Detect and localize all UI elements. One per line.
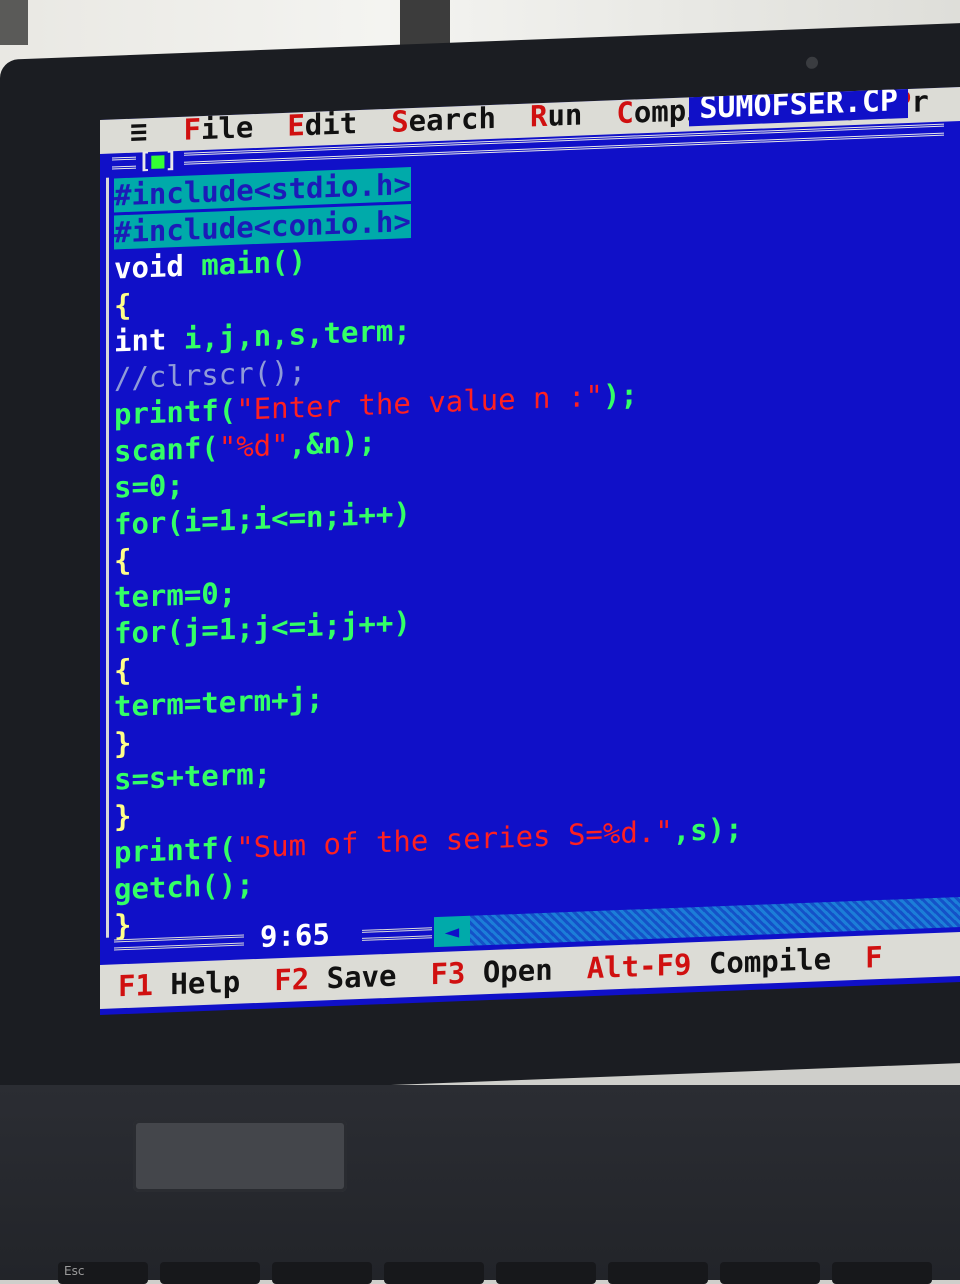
fkey-key: F: [865, 939, 883, 975]
cursor-position: 9:65: [260, 917, 330, 954]
background-object: [0, 0, 28, 45]
close-icon: ■: [151, 148, 165, 175]
fkey-save[interactable]: F2 Save: [274, 959, 396, 998]
keyboard-key: [384, 1262, 484, 1284]
scroll-left-arrow-icon[interactable]: ◄: [434, 915, 470, 948]
close-bracket: [: [138, 149, 152, 175]
string-literal: "%d": [218, 427, 289, 464]
menu-label: dit: [304, 106, 358, 143]
fkey-open[interactable]: F3 Open: [430, 953, 552, 992]
code-text: );: [602, 377, 638, 413]
code-text: getch();: [114, 866, 254, 906]
keyboard-key: [720, 1262, 820, 1284]
code-text: printf(: [114, 392, 237, 432]
code-text: ,&n);: [288, 423, 376, 462]
fkey-key: F1: [118, 967, 153, 1004]
code-text: term=term+j;: [114, 681, 324, 724]
code-text: {: [114, 287, 132, 322]
code-text: {: [114, 542, 132, 578]
menu-label: un: [547, 97, 583, 133]
code-text: main(): [183, 244, 307, 283]
menu-hotkey: C: [616, 95, 634, 131]
code-text: term=0;: [114, 575, 237, 614]
keyboard-key: [496, 1262, 596, 1284]
code-text: ,s);: [672, 811, 743, 848]
keyboard-key: [832, 1262, 932, 1284]
code-text: printf(: [114, 830, 237, 870]
background-object: [400, 0, 450, 45]
menu-hotkey: R: [529, 98, 548, 134]
keyword: void: [114, 248, 184, 286]
fkey-key: Alt-F9: [586, 947, 692, 986]
fkey-key: F3: [430, 955, 466, 992]
fkey-label: Compile: [691, 941, 832, 982]
system-menu-icon[interactable]: ≡: [130, 114, 147, 149]
menu-label: r: [911, 86, 929, 119]
code-text: s=0;: [114, 467, 184, 505]
menu-hotkey: S: [391, 104, 409, 139]
code-text: {: [114, 652, 132, 687]
menu-edit[interactable]: Edit: [287, 106, 357, 143]
menu-run[interactable]: Run: [530, 97, 582, 133]
keyword: int: [114, 322, 167, 359]
fkey-key: F2: [274, 961, 310, 998]
webcam: [806, 56, 818, 70]
fkey-label: Open: [465, 952, 553, 990]
fkey-help[interactable]: F1 Help: [118, 965, 240, 1004]
turbo-c-editor-screen: ≡ File Edit Search Run Compile Debug Pr …: [100, 86, 960, 1016]
menu-label: ile: [200, 110, 254, 147]
window-left-border: [106, 177, 109, 938]
window-frame: [362, 927, 432, 941]
esc-key: Esc: [58, 1262, 148, 1284]
fkey-more[interactable]: F: [865, 940, 882, 975]
close-bracket: ]: [164, 148, 178, 174]
code-text: }: [114, 798, 132, 833]
keyboard-key: [272, 1262, 372, 1284]
code-editor[interactable]: #include<stdio.h> #include<conio.h> void…: [114, 145, 954, 944]
window-frame: [112, 156, 136, 170]
fkey-label: Help: [152, 964, 241, 1002]
keyboard-key: [160, 1262, 260, 1284]
code-text: s=s+term;: [114, 756, 272, 797]
code-text: scanf(: [114, 429, 219, 468]
window-close-button[interactable]: [■]: [138, 148, 178, 175]
fkey-compile[interactable]: Alt-F9 Compile: [587, 942, 831, 985]
laptop-hinge: [133, 1120, 347, 1192]
menu-hotkey: F: [183, 112, 201, 147]
keyboard-row: Esc: [0, 1262, 960, 1284]
window-frame: [114, 934, 244, 951]
fkey-label: Save: [309, 958, 397, 996]
comment: //clrscr();: [114, 353, 307, 395]
code-text: i,j,n,s,term;: [166, 313, 411, 357]
keyboard-key: [608, 1262, 708, 1284]
menu-hotkey: E: [287, 108, 305, 143]
code-text: }: [114, 725, 132, 760]
menu-file[interactable]: File: [183, 110, 253, 147]
